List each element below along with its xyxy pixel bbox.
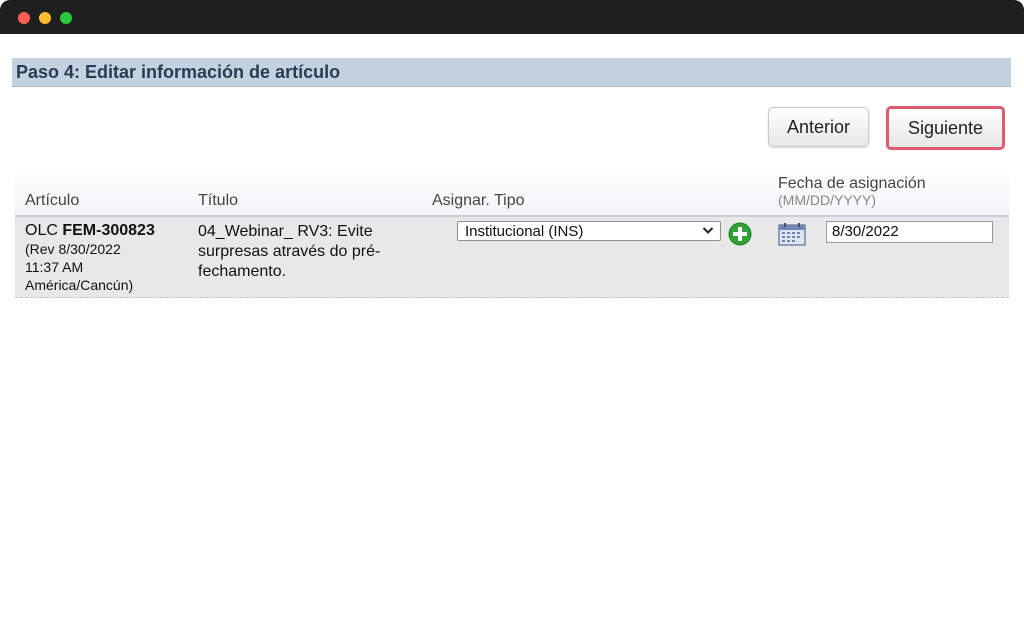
minimize-window-button[interactable] bbox=[39, 12, 51, 24]
chevron-down-icon bbox=[702, 227, 714, 234]
titulo-cell: 04_Webinar_ RV3: Evite surpresas através… bbox=[198, 223, 381, 280]
previous-button[interactable]: Anterior bbox=[768, 107, 869, 147]
calendar-icon[interactable] bbox=[778, 222, 806, 246]
articulo-prefix: OLC bbox=[25, 222, 63, 239]
table-row: OLC FEM-300823 (Rev 8/30/2022 11:37 AM A… bbox=[15, 217, 1009, 298]
next-button[interactable]: Siguiente bbox=[886, 106, 1005, 150]
assignment-type-select[interactable]: Institucional (INS) bbox=[457, 221, 721, 241]
column-header-fecha: Fecha de asignación bbox=[778, 175, 926, 192]
article-table: Artículo Título Asignar. Tipo Fecha de a… bbox=[15, 165, 1009, 298]
page-title: Paso 4: Editar información de artículo bbox=[16, 62, 341, 82]
column-header-articulo: Artículo bbox=[25, 192, 80, 209]
maximize-window-button[interactable] bbox=[60, 12, 72, 24]
assignment-type-value: Institucional (INS) bbox=[465, 223, 584, 240]
date-format-hint: (MM/DD/YYYY) bbox=[778, 192, 876, 208]
column-header-tipo: Asignar. Tipo bbox=[432, 192, 525, 209]
articulo-rev-line1: (Rev 8/30/2022 bbox=[25, 241, 121, 257]
step-header: Paso 4: Editar información de artículo bbox=[12, 58, 1011, 87]
articulo-rev-line3: América/Cancún) bbox=[25, 277, 134, 293]
browser-window: Paso 4: Editar información de artículo A… bbox=[0, 0, 1024, 640]
articulo-rev-line2: 11:37 AM bbox=[25, 259, 84, 275]
title-bar bbox=[0, 0, 1024, 34]
articulo-code: FEM-300823 bbox=[62, 222, 155, 239]
add-plus-circle-icon[interactable] bbox=[728, 222, 752, 246]
articulo-cell: OLC FEM-300823 (Rev 8/30/2022 11:37 AM A… bbox=[25, 222, 155, 294]
column-header-titulo: Título bbox=[198, 192, 239, 209]
table-header: Artículo Título Asignar. Tipo Fecha de a… bbox=[15, 165, 1009, 217]
close-window-button[interactable] bbox=[18, 12, 30, 24]
assignment-date-input[interactable]: 8/30/2022 bbox=[826, 221, 993, 243]
